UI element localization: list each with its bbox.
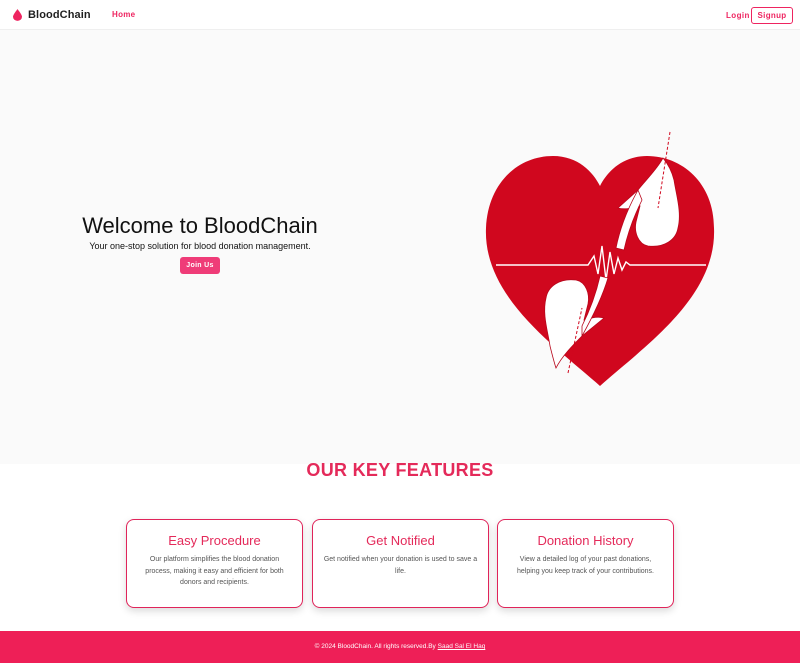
- feature-card-easy-procedure: Easy Procedure Our platform simplifies t…: [126, 519, 303, 608]
- hero-section: Welcome to BloodChain Your one-stop solu…: [0, 30, 800, 464]
- hero-title: Welcome to BloodChain: [82, 213, 318, 238]
- feature-card-title: Donation History: [537, 533, 634, 548]
- feature-card-get-notified: Get Notified Get notified when your dona…: [312, 519, 489, 608]
- signup-button[interactable]: Signup: [751, 7, 793, 24]
- brand-name: BloodChain: [28, 9, 91, 21]
- feature-card-text: View a detailed log of your past donatio…: [517, 556, 654, 575]
- footer-text: © 2024 BloodChain. All rights reserved.B…: [315, 643, 486, 650]
- footer-copyright: © 2024 BloodChain. All rights reserved.B…: [314, 643, 438, 650]
- features-title: OUR KEY FEATURES: [306, 460, 494, 480]
- feature-card-title: Easy Procedure: [168, 533, 261, 548]
- feature-card-title: Get Notified: [366, 533, 435, 548]
- feature-card-text: Get notified when your donation is used …: [323, 556, 478, 575]
- hero-subtitle: Your one-stop solution for blood donatio…: [89, 241, 311, 251]
- heart-hands-illustration: [485, 131, 715, 386]
- heart-shape: [485, 156, 715, 386]
- footer-author-link[interactable]: Saad Sal El Haq: [438, 643, 486, 650]
- nav-home-link[interactable]: Home: [112, 10, 135, 19]
- feature-card-text: Our platform simplifies the blood donati…: [145, 556, 284, 586]
- login-link[interactable]: Login: [726, 11, 750, 20]
- navbar: BloodChain Home Login Signup: [0, 0, 800, 30]
- footer: © 2024 BloodChain. All rights reserved.B…: [0, 631, 800, 663]
- blood-drop-icon: [13, 9, 22, 21]
- brand[interactable]: BloodChain: [13, 8, 91, 22]
- join-us-button[interactable]: Join Us: [180, 257, 220, 274]
- feature-card-donation-history: Donation History View a detailed log of …: [497, 519, 674, 608]
